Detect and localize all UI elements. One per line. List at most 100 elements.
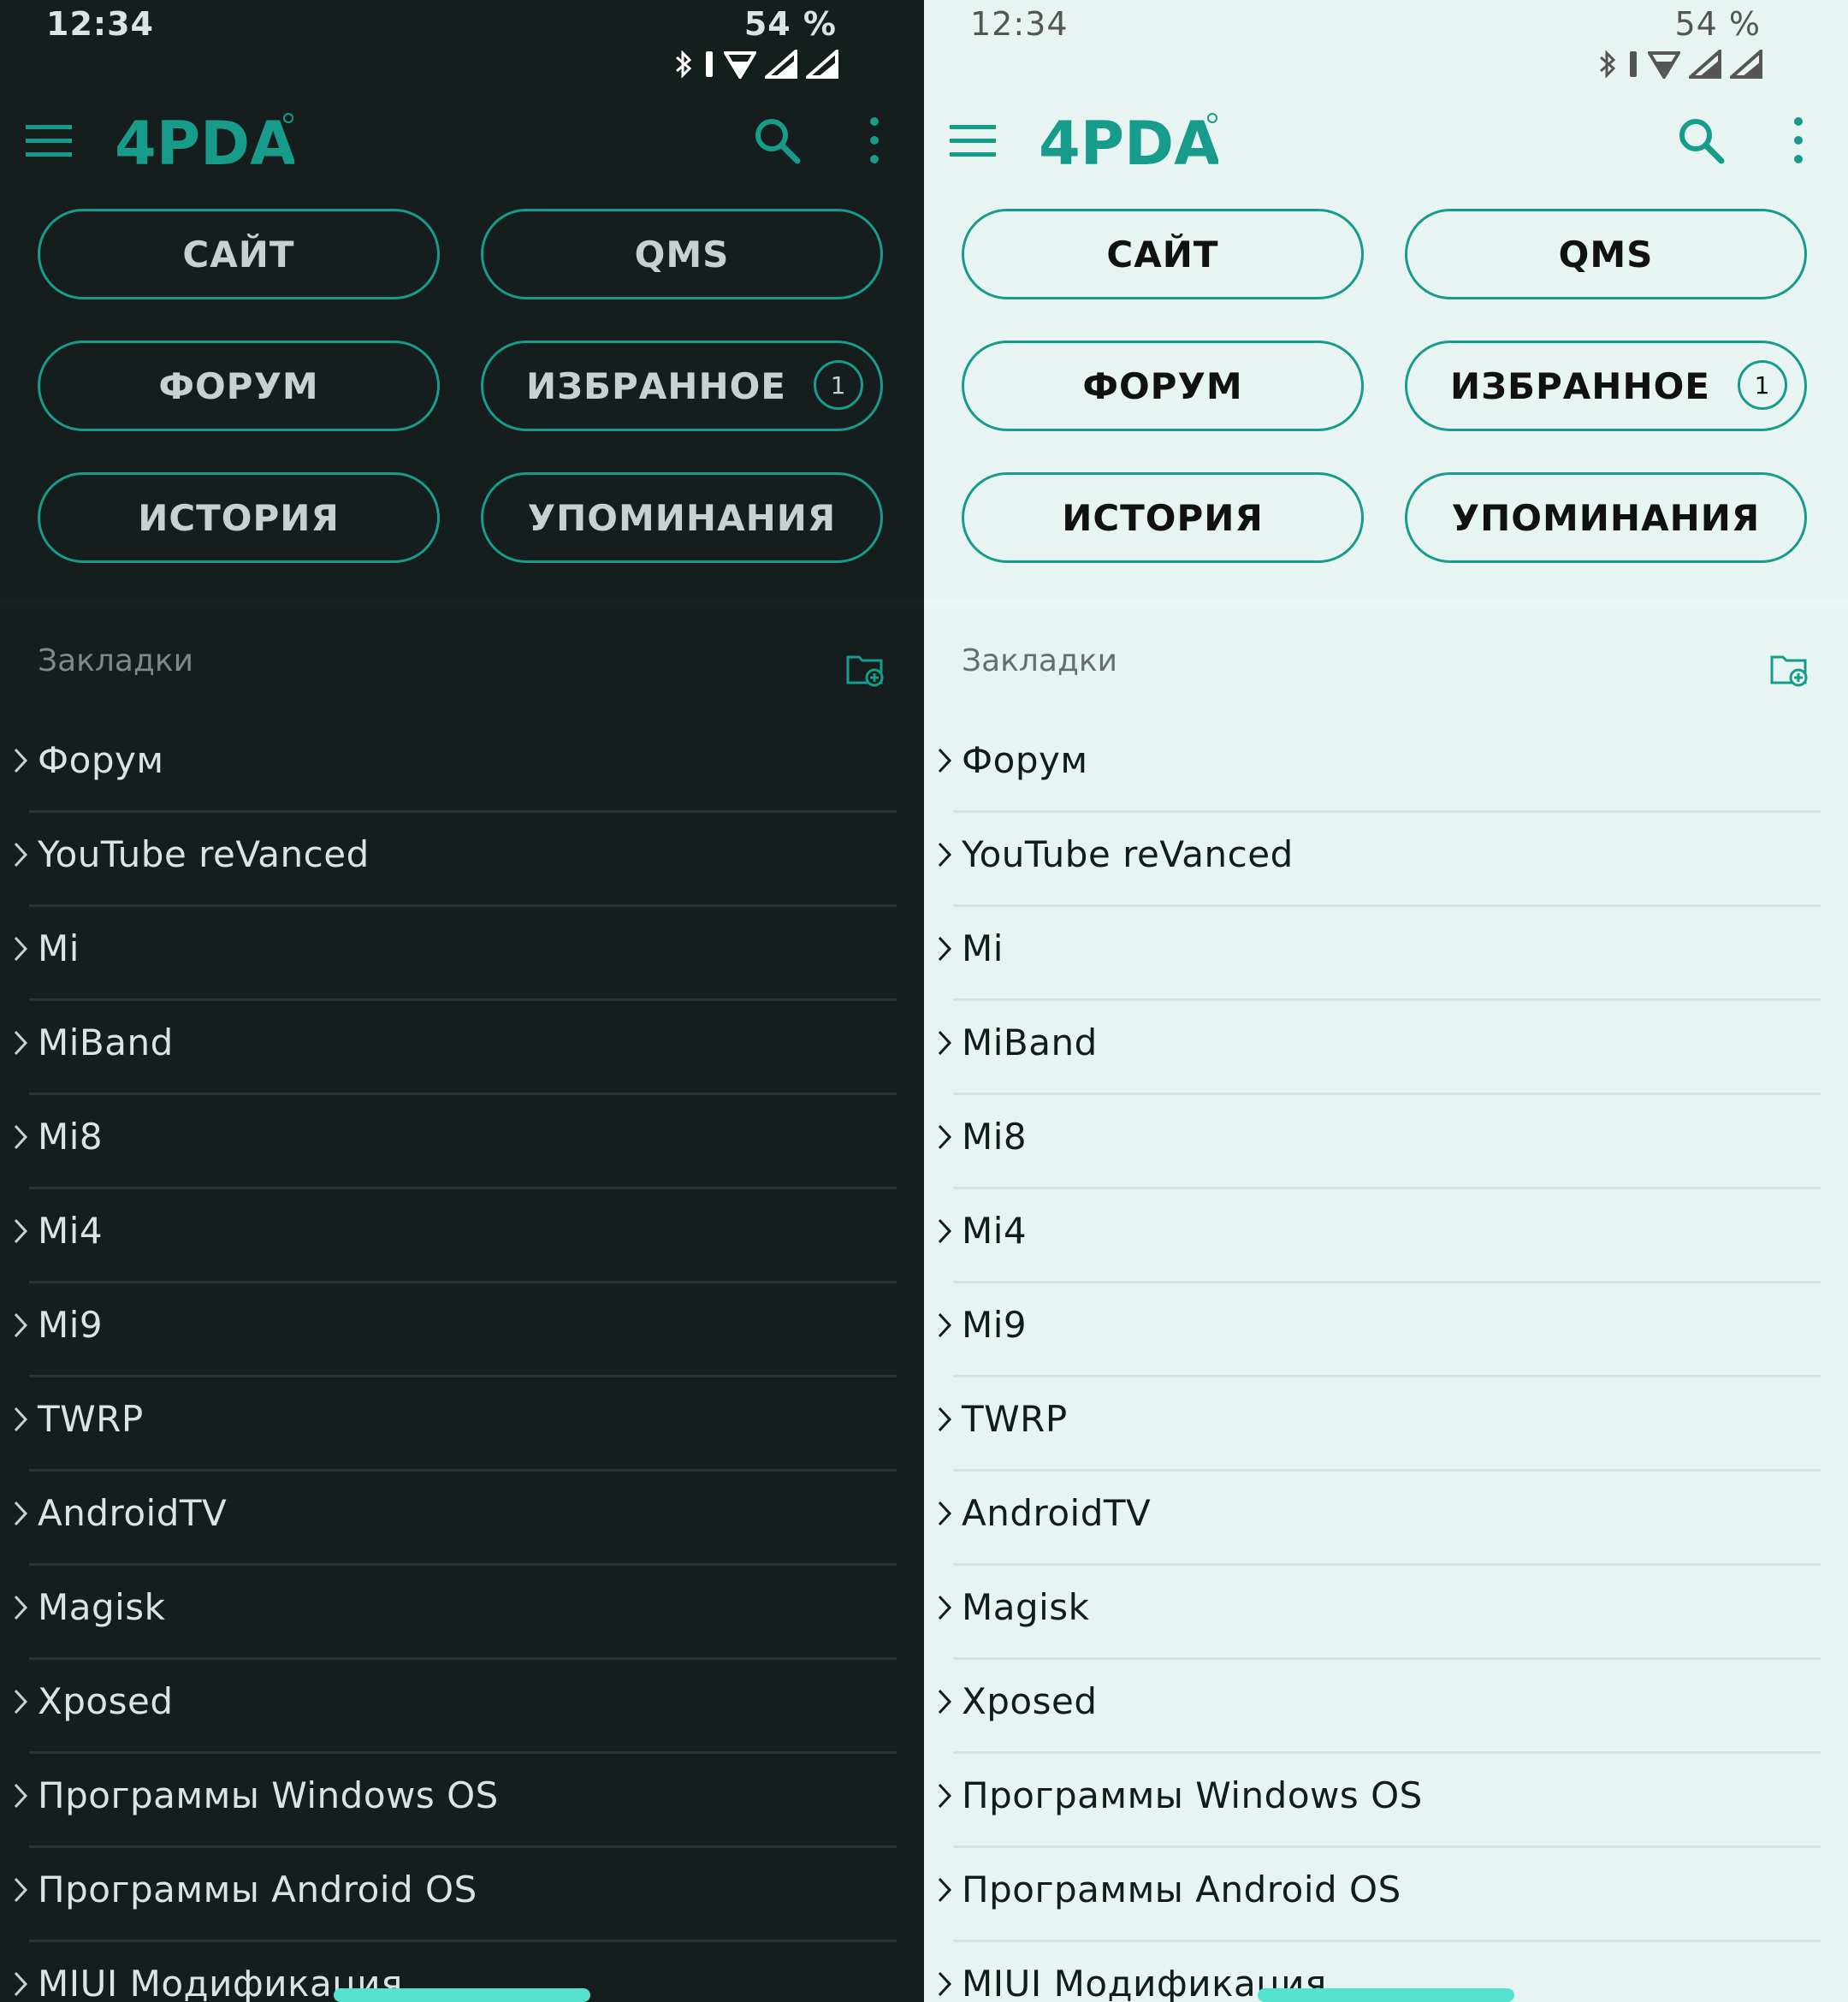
list-item[interactable]: AndroidTV: [0, 1472, 924, 1566]
chevron-right-icon: [938, 1124, 952, 1150]
list-item-label: Mi8: [962, 1116, 1028, 1158]
favorites-count-badge: 1: [814, 360, 863, 410]
chevron-right-icon: [14, 1218, 28, 1244]
chevron-right-icon: [14, 1407, 28, 1432]
chevron-right-icon: [938, 748, 952, 773]
chevron-right-icon: [14, 1877, 28, 1903]
search-icon[interactable]: [751, 115, 803, 166]
list-item[interactable]: TWRP: [924, 1377, 1848, 1472]
more-vert-icon[interactable]: [1780, 115, 1817, 166]
list-item[interactable]: Mi8: [924, 1095, 1848, 1189]
chevron-right-icon: [938, 1030, 952, 1056]
chevron-right-icon: [14, 1595, 28, 1620]
list-item-label: Форум: [962, 739, 1088, 781]
list-item-label: Xposed: [962, 1680, 1098, 1722]
list-item[interactable]: TWRP: [0, 1377, 924, 1472]
svg-text:4PDA: 4PDA: [115, 111, 294, 173]
list-item[interactable]: Mi: [0, 907, 924, 1001]
list-item[interactable]: YouTube reVanced: [0, 813, 924, 907]
list-item[interactable]: Mi8: [0, 1095, 924, 1189]
chevron-right-icon: [14, 1783, 28, 1809]
list-item[interactable]: Mi9: [0, 1283, 924, 1377]
list-item[interactable]: Magisk: [0, 1566, 924, 1660]
forum-button[interactable]: ФОРУМ: [962, 341, 1364, 431]
list-item-label: TWRP: [962, 1398, 1068, 1440]
signal-icon: [1689, 50, 1721, 79]
list-item[interactable]: Mi: [924, 907, 1848, 1001]
list-item-label: Программы Android OS: [962, 1869, 1401, 1910]
list-item[interactable]: YouTube reVanced: [924, 813, 1848, 907]
qms-button[interactable]: QMS: [481, 209, 883, 299]
list-item-label: AndroidTV: [38, 1492, 228, 1534]
list-item-label: Magisk: [38, 1586, 166, 1628]
wifi-icon: [724, 51, 756, 79]
list-item[interactable]: Mi9: [924, 1283, 1848, 1377]
list-item[interactable]: AndroidTV: [924, 1472, 1848, 1566]
list-item[interactable]: Программы Android OS: [0, 1848, 924, 1942]
chevron-right-icon: [938, 1971, 952, 1997]
favorites-button[interactable]: ИЗБРАННОЕ 1: [1405, 341, 1807, 431]
history-button[interactable]: ИСТОРИЯ: [962, 472, 1364, 563]
chevron-right-icon: [938, 936, 952, 962]
chevron-right-icon: [938, 842, 952, 868]
chevron-right-icon: [938, 1407, 952, 1432]
status-time: 12:34: [970, 5, 1069, 43]
list-item[interactable]: Форум: [924, 719, 1848, 813]
bluetooth-icon: [1600, 50, 1616, 79]
mentions-button[interactable]: УПОМИНАНИЯ: [481, 472, 883, 563]
bluetooth-icon: [676, 50, 692, 79]
more-vert-icon[interactable]: [856, 115, 893, 166]
status-battery: 54 %: [743, 5, 837, 43]
home-indicator[interactable]: [1258, 1988, 1514, 2002]
chevron-right-icon: [938, 1689, 952, 1715]
signal-icon: [1730, 50, 1762, 79]
list-item-label: Mi8: [38, 1116, 104, 1158]
list-item-label: MiBand: [962, 1022, 1098, 1063]
app-bar: 4PDA: [924, 103, 1848, 181]
chevron-right-icon: [14, 1030, 28, 1056]
chevron-right-icon: [14, 936, 28, 962]
favorites-button[interactable]: ИЗБРАННОЕ 1: [481, 341, 883, 431]
status-icons: [672, 50, 838, 79]
list-item-label: Mi9: [38, 1304, 104, 1346]
site-button[interactable]: САЙТ: [38, 209, 440, 299]
add-folder-icon[interactable]: [845, 649, 886, 690]
chevron-right-icon: [14, 1971, 28, 1997]
list-item[interactable]: Программы Windows OS: [0, 1754, 924, 1848]
chevron-right-icon: [14, 1689, 28, 1715]
svg-text:4PDA: 4PDA: [1039, 111, 1218, 173]
chevron-right-icon: [14, 1501, 28, 1526]
list-item-label: Mi9: [962, 1304, 1028, 1346]
list-item[interactable]: MiBand: [0, 1001, 924, 1095]
screens-comparison: 12:34 54 % 4PDA САЙТ QMS ФОРУМ ИЗБРАННОЕ…: [0, 0, 1848, 2002]
search-icon[interactable]: [1675, 115, 1727, 166]
wifi-icon: [1648, 51, 1680, 79]
site-button[interactable]: САЙТ: [962, 209, 1364, 299]
vibrate-icon: [1630, 51, 1637, 77]
add-folder-icon[interactable]: [1769, 649, 1810, 690]
list-item[interactable]: Mi4: [0, 1189, 924, 1283]
list-item-label: Mi: [38, 927, 80, 969]
status-time: 12:34: [46, 5, 154, 43]
list-item-label: Mi4: [38, 1210, 104, 1252]
list-item[interactable]: Mi4: [924, 1189, 1848, 1283]
bookmarks-list: Форум YouTube reVanced Mi MiBand Mi8 Mi4…: [0, 719, 924, 2002]
list-item[interactable]: Форум: [0, 719, 924, 813]
menu-icon[interactable]: [26, 121, 72, 161]
list-item[interactable]: Программы Windows OS: [924, 1754, 1848, 1848]
list-item-label: YouTube reVanced: [962, 833, 1294, 875]
app-bar: 4PDA: [0, 103, 924, 181]
list-item[interactable]: Xposed: [924, 1660, 1848, 1754]
list-item-label: AndroidTV: [962, 1492, 1152, 1534]
history-button[interactable]: ИСТОРИЯ: [38, 472, 440, 563]
list-item[interactable]: Magisk: [924, 1566, 1848, 1660]
home-indicator[interactable]: [334, 1988, 590, 2002]
menu-icon[interactable]: [950, 121, 996, 161]
mentions-button[interactable]: УПОМИНАНИЯ: [1405, 472, 1807, 563]
list-item[interactable]: MiBand: [924, 1001, 1848, 1095]
list-item[interactable]: Xposed: [0, 1660, 924, 1754]
forum-button[interactable]: ФОРУМ: [38, 341, 440, 431]
list-item[interactable]: Программы Android OS: [924, 1848, 1848, 1942]
qms-button[interactable]: QMS: [1405, 209, 1807, 299]
chevron-right-icon: [14, 1312, 28, 1338]
